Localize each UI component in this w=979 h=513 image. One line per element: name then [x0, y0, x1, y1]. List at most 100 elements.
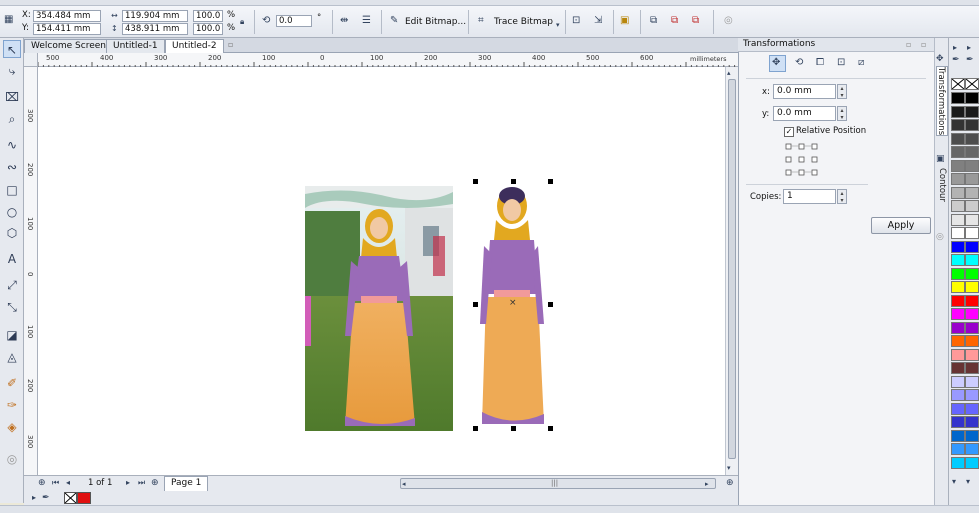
selection-handle[interactable]: [548, 179, 553, 184]
smart-drawing-tool-icon[interactable]: ∾: [3, 158, 21, 176]
palette-color-swatch[interactable]: [965, 348, 979, 361]
tab-page-1[interactable]: Page 1: [164, 476, 209, 491]
docker-x-field[interactable]: 0.0 mm: [773, 84, 836, 99]
palette-color-swatch[interactable]: [951, 159, 965, 172]
palette-color-swatch[interactable]: [965, 335, 979, 347]
selection-handle[interactable]: [473, 426, 478, 431]
anchor-grid[interactable]: [784, 142, 820, 178]
edit-bitmap-button[interactable]: Edit Bitmap...: [405, 16, 466, 28]
palette-color-swatch[interactable]: [951, 173, 965, 185]
drop-shadow-tool-icon[interactable]: ◪: [3, 326, 21, 344]
vertical-scroll-thumb[interactable]: [728, 79, 736, 459]
relative-position-checkbox[interactable]: ✓: [784, 127, 794, 137]
interactive-fill-icon[interactable]: ◎: [3, 450, 21, 468]
mirror-horizontal-icon[interactable]: ⇹: [340, 15, 348, 27]
palette-color-swatch[interactable]: [965, 294, 979, 307]
fill-tool-icon[interactable]: ◈: [3, 418, 21, 436]
palette-flyout-icon[interactable]: ▸: [967, 42, 971, 54]
selection-handle[interactable]: [548, 302, 553, 307]
palette-color-swatch[interactable]: [965, 105, 979, 118]
prev-page-icon[interactable]: ◂: [66, 477, 70, 489]
palette-color-swatch[interactable]: [951, 240, 965, 253]
group-icon[interactable]: ⧉: [650, 15, 657, 27]
scroll-left-icon[interactable]: ◂: [402, 478, 406, 490]
rotate-mode-icon[interactable]: ⟲: [795, 57, 803, 69]
scroll-up-icon[interactable]: ▴: [727, 67, 731, 79]
red-fill-swatch[interactable]: [77, 492, 91, 504]
palette-flyout-icon[interactable]: ▸: [953, 42, 957, 54]
vertical-ruler[interactable]: 300 200 100 0 100 200 300: [24, 67, 38, 475]
crop-tool-icon[interactable]: ⌧: [3, 88, 21, 106]
palette-color-swatch[interactable]: [965, 254, 979, 266]
scale-mirror-icon[interactable]: ⧠: [816, 57, 824, 69]
selection-handle[interactable]: [548, 426, 553, 431]
last-page-icon[interactable]: ⏭: [138, 477, 145, 489]
rotation-field[interactable]: 0.0: [276, 15, 312, 27]
mirror-vertical-icon[interactable]: ☰: [362, 15, 371, 27]
selection-handle[interactable]: [511, 426, 516, 431]
palette-eyedropper-icon[interactable]: ✒: [952, 54, 960, 66]
ellipse-tool-icon[interactable]: ○: [3, 203, 21, 221]
palette-color-swatch[interactable]: [951, 443, 965, 455]
bitmap-color-mask-icon[interactable]: ▣: [620, 15, 629, 27]
chevron-down-icon[interactable]: ▾: [556, 19, 560, 31]
outline-tool-icon[interactable]: ✑: [3, 396, 21, 414]
lock-ratio-icon[interactable]: 🔒︎: [240, 16, 244, 28]
palette-color-swatch[interactable]: [965, 119, 979, 131]
palette-color-swatch[interactable]: [965, 186, 979, 199]
crop-bitmap-icon[interactable]: ⊡: [572, 15, 580, 27]
y-spinner[interactable]: ▴ ▾: [837, 106, 847, 121]
palette-color-swatch[interactable]: [951, 186, 965, 199]
no-fill-swatch[interactable]: [64, 492, 77, 504]
palette-color-swatch[interactable]: [951, 389, 965, 401]
selection-handle[interactable]: [511, 179, 516, 184]
center-marker-icon[interactable]: ×: [509, 298, 517, 308]
palette-color-swatch[interactable]: [951, 132, 965, 145]
palette-color-swatch[interactable]: [951, 294, 965, 307]
size-mode-icon[interactable]: ⊡: [837, 57, 845, 69]
palette-color-swatch[interactable]: [951, 348, 965, 361]
tab-untitled-2[interactable]: Untitled-2: [165, 39, 224, 53]
palette-eyedropper-icon[interactable]: ✒: [966, 54, 974, 66]
next-page-icon[interactable]: ▸: [126, 477, 130, 489]
palette-color-swatch[interactable]: [965, 146, 979, 158]
ungroup-all-icon[interactable]: ⧉: [692, 15, 699, 27]
skew-mode-icon[interactable]: ⧄: [858, 57, 864, 69]
palette-color-swatch[interactable]: [965, 321, 979, 334]
close-tab-icon[interactable]: ▫: [228, 39, 233, 51]
selection-handle[interactable]: [473, 302, 478, 307]
copies-spinner[interactable]: ▴ ▾: [837, 189, 847, 204]
palette-color-swatch[interactable]: [965, 159, 979, 172]
pick-tool-icon[interactable]: ↖: [3, 40, 21, 58]
no-color-swatch[interactable]: [951, 78, 965, 90]
wrap-text-icon[interactable]: ◎: [724, 15, 733, 27]
palette-color-swatch[interactable]: [965, 200, 979, 212]
resample-icon[interactable]: ⇲: [594, 15, 602, 27]
palette-color-swatch[interactable]: [965, 416, 979, 428]
transparency-tool-icon[interactable]: ◬: [3, 348, 21, 366]
zoom-tool-icon[interactable]: ⌕: [3, 110, 21, 128]
palette-color-swatch[interactable]: [965, 240, 979, 253]
palette-color-swatch[interactable]: [951, 429, 965, 442]
palette-color-swatch[interactable]: [951, 92, 965, 104]
eyedropper-icon[interactable]: ✒: [42, 492, 50, 504]
palette-color-swatch[interactable]: [951, 119, 965, 131]
scale-width-field[interactable]: 100.0: [193, 10, 223, 22]
y-position-field[interactable]: 154.411 mm: [33, 23, 101, 35]
docker-tab-transformations[interactable]: Transformations: [936, 66, 948, 137]
docker-close-icon[interactable]: ▫: [921, 39, 926, 51]
palette-color-swatch[interactable]: [951, 321, 965, 334]
horizontal-ruler[interactable]: 500 400 300 200 100 0 100 200 300 400 50…: [38, 53, 738, 67]
tab-untitled-1[interactable]: Untitled-1: [106, 39, 165, 53]
object-origin-icon[interactable]: ▦: [4, 14, 13, 26]
eyedropper-tool-icon[interactable]: ✐: [3, 374, 21, 392]
palette-color-swatch[interactable]: [965, 456, 979, 469]
add-page-after-icon[interactable]: ⊕: [151, 477, 159, 489]
palette-color-swatch[interactable]: [951, 213, 965, 226]
palette-color-swatch[interactable]: [951, 227, 965, 239]
shape-tool-icon[interactable]: ⤷: [3, 62, 21, 80]
x-spinner[interactable]: ▴ ▾: [837, 84, 847, 99]
palette-color-swatch[interactable]: [965, 227, 979, 239]
vertical-scrollbar[interactable]: ▴ ▾: [725, 67, 738, 475]
docker-tab-contour[interactable]: Contour: [936, 168, 948, 202]
